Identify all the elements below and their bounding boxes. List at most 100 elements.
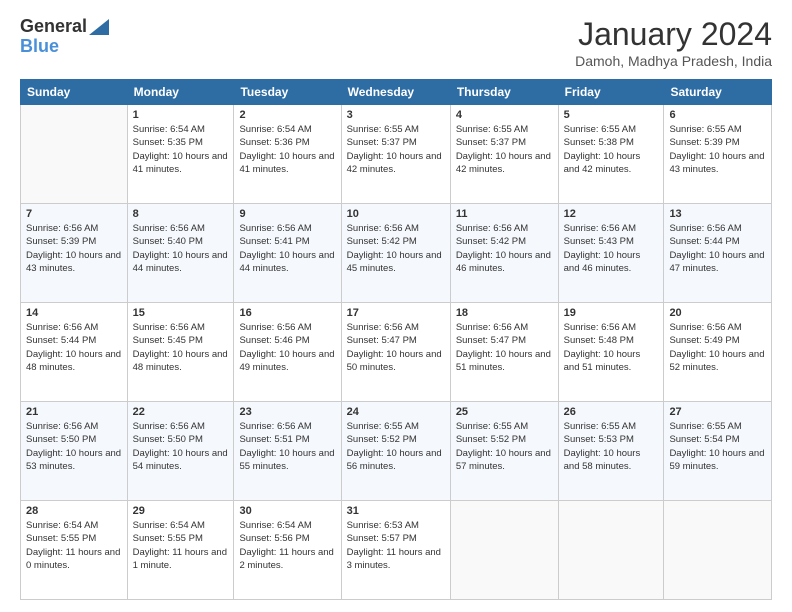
logo-triangle-icon [89, 19, 109, 35]
daylight: Daylight: 10 hours and 50 minutes. [347, 348, 445, 375]
day-number: 21 [26, 406, 122, 418]
daylight: Daylight: 10 hours and 58 minutes. [564, 447, 659, 474]
table-cell: 24 Sunrise: 6:55 AM Sunset: 5:52 PM Dayl… [341, 402, 450, 501]
sunrise: Sunrise: 6:56 AM [239, 321, 335, 334]
sunrise: Sunrise: 6:55 AM [347, 123, 445, 136]
sunrise: Sunrise: 6:56 AM [26, 321, 122, 334]
day-info: Sunrise: 6:54 AM Sunset: 5:35 PM Dayligh… [133, 123, 229, 176]
table-cell: 3 Sunrise: 6:55 AM Sunset: 5:37 PM Dayli… [341, 105, 450, 204]
daylight: Daylight: 10 hours and 52 minutes. [669, 348, 766, 375]
title-section: January 2024 Damoh, Madhya Pradesh, Indi… [575, 16, 772, 69]
day-number: 9 [239, 208, 335, 220]
sunrise: Sunrise: 6:55 AM [564, 420, 659, 433]
daylight: Daylight: 10 hours and 43 minutes. [669, 150, 766, 177]
location: Damoh, Madhya Pradesh, India [575, 53, 772, 69]
sunset: Sunset: 5:44 PM [26, 334, 122, 347]
table-cell: 12 Sunrise: 6:56 AM Sunset: 5:43 PM Dayl… [558, 204, 664, 303]
header-thursday: Thursday [450, 80, 558, 105]
day-number: 27 [669, 406, 766, 418]
daylight: Daylight: 10 hours and 46 minutes. [456, 249, 553, 276]
sunset: Sunset: 5:54 PM [669, 433, 766, 446]
sunrise: Sunrise: 6:56 AM [669, 321, 766, 334]
day-number: 17 [347, 307, 445, 319]
table-cell: 25 Sunrise: 6:55 AM Sunset: 5:52 PM Dayl… [450, 402, 558, 501]
sunset: Sunset: 5:40 PM [133, 235, 229, 248]
day-info: Sunrise: 6:56 AM Sunset: 5:40 PM Dayligh… [133, 222, 229, 275]
header: General Blue January 2024 Damoh, Madhya … [20, 16, 772, 69]
daylight: Daylight: 11 hours and 0 minutes. [26, 546, 122, 573]
table-cell: 8 Sunrise: 6:56 AM Sunset: 5:40 PM Dayli… [127, 204, 234, 303]
sunset: Sunset: 5:56 PM [239, 532, 335, 545]
day-info: Sunrise: 6:55 AM Sunset: 5:53 PM Dayligh… [564, 420, 659, 473]
daylight: Daylight: 10 hours and 42 minutes. [347, 150, 445, 177]
day-info: Sunrise: 6:56 AM Sunset: 5:44 PM Dayligh… [26, 321, 122, 374]
sunrise: Sunrise: 6:54 AM [26, 519, 122, 532]
table-cell: 22 Sunrise: 6:56 AM Sunset: 5:50 PM Dayl… [127, 402, 234, 501]
daylight: Daylight: 10 hours and 56 minutes. [347, 447, 445, 474]
day-info: Sunrise: 6:56 AM Sunset: 5:47 PM Dayligh… [456, 321, 553, 374]
day-info: Sunrise: 6:56 AM Sunset: 5:49 PM Dayligh… [669, 321, 766, 374]
sunset: Sunset: 5:35 PM [133, 136, 229, 149]
day-info: Sunrise: 6:55 AM Sunset: 5:37 PM Dayligh… [347, 123, 445, 176]
header-friday: Friday [558, 80, 664, 105]
daylight: Daylight: 10 hours and 47 minutes. [669, 249, 766, 276]
sunset: Sunset: 5:47 PM [456, 334, 553, 347]
daylight: Daylight: 10 hours and 44 minutes. [133, 249, 229, 276]
sunset: Sunset: 5:37 PM [347, 136, 445, 149]
day-number: 28 [26, 505, 122, 517]
table-cell: 26 Sunrise: 6:55 AM Sunset: 5:53 PM Dayl… [558, 402, 664, 501]
table-cell: 30 Sunrise: 6:54 AM Sunset: 5:56 PM Dayl… [234, 501, 341, 600]
sunrise: Sunrise: 6:56 AM [26, 222, 122, 235]
sunset: Sunset: 5:41 PM [239, 235, 335, 248]
sunrise: Sunrise: 6:56 AM [26, 420, 122, 433]
table-cell: 19 Sunrise: 6:56 AM Sunset: 5:48 PM Dayl… [558, 303, 664, 402]
day-number: 15 [133, 307, 229, 319]
daylight: Daylight: 10 hours and 55 minutes. [239, 447, 335, 474]
sunset: Sunset: 5:36 PM [239, 136, 335, 149]
daylight: Daylight: 10 hours and 48 minutes. [26, 348, 122, 375]
week-row-3: 14 Sunrise: 6:56 AM Sunset: 5:44 PM Dayl… [21, 303, 772, 402]
table-cell: 18 Sunrise: 6:56 AM Sunset: 5:47 PM Dayl… [450, 303, 558, 402]
day-number: 2 [239, 109, 335, 121]
page: General Blue January 2024 Damoh, Madhya … [0, 0, 792, 612]
sunset: Sunset: 5:50 PM [133, 433, 229, 446]
header-saturday: Saturday [664, 80, 772, 105]
sunrise: Sunrise: 6:53 AM [347, 519, 445, 532]
sunset: Sunset: 5:44 PM [669, 235, 766, 248]
table-cell: 7 Sunrise: 6:56 AM Sunset: 5:39 PM Dayli… [21, 204, 128, 303]
sunrise: Sunrise: 6:55 AM [669, 420, 766, 433]
day-info: Sunrise: 6:55 AM Sunset: 5:52 PM Dayligh… [347, 420, 445, 473]
day-info: Sunrise: 6:56 AM Sunset: 5:50 PM Dayligh… [26, 420, 122, 473]
sunrise: Sunrise: 6:56 AM [239, 420, 335, 433]
sunset: Sunset: 5:42 PM [347, 235, 445, 248]
sunset: Sunset: 5:49 PM [669, 334, 766, 347]
sunrise: Sunrise: 6:56 AM [669, 222, 766, 235]
sunset: Sunset: 5:46 PM [239, 334, 335, 347]
day-number: 24 [347, 406, 445, 418]
day-number: 23 [239, 406, 335, 418]
day-info: Sunrise: 6:55 AM Sunset: 5:54 PM Dayligh… [669, 420, 766, 473]
logo-blue-text: Blue [20, 36, 109, 58]
table-cell: 20 Sunrise: 6:56 AM Sunset: 5:49 PM Dayl… [664, 303, 772, 402]
table-cell [664, 501, 772, 600]
sunset: Sunset: 5:39 PM [669, 136, 766, 149]
day-info: Sunrise: 6:56 AM Sunset: 5:45 PM Dayligh… [133, 321, 229, 374]
day-number: 14 [26, 307, 122, 319]
daylight: Daylight: 10 hours and 46 minutes. [564, 249, 659, 276]
sunset: Sunset: 5:53 PM [564, 433, 659, 446]
table-cell [21, 105, 128, 204]
day-number: 22 [133, 406, 229, 418]
table-cell: 11 Sunrise: 6:56 AM Sunset: 5:42 PM Dayl… [450, 204, 558, 303]
day-number: 8 [133, 208, 229, 220]
calendar-table: Sunday Monday Tuesday Wednesday Thursday… [20, 79, 772, 600]
sunset: Sunset: 5:48 PM [564, 334, 659, 347]
day-info: Sunrise: 6:56 AM Sunset: 5:50 PM Dayligh… [133, 420, 229, 473]
day-info: Sunrise: 6:56 AM Sunset: 5:48 PM Dayligh… [564, 321, 659, 374]
header-tuesday: Tuesday [234, 80, 341, 105]
day-number: 1 [133, 109, 229, 121]
sunrise: Sunrise: 6:56 AM [564, 321, 659, 334]
sunrise: Sunrise: 6:56 AM [133, 420, 229, 433]
day-number: 13 [669, 208, 766, 220]
day-number: 26 [564, 406, 659, 418]
table-cell: 9 Sunrise: 6:56 AM Sunset: 5:41 PM Dayli… [234, 204, 341, 303]
